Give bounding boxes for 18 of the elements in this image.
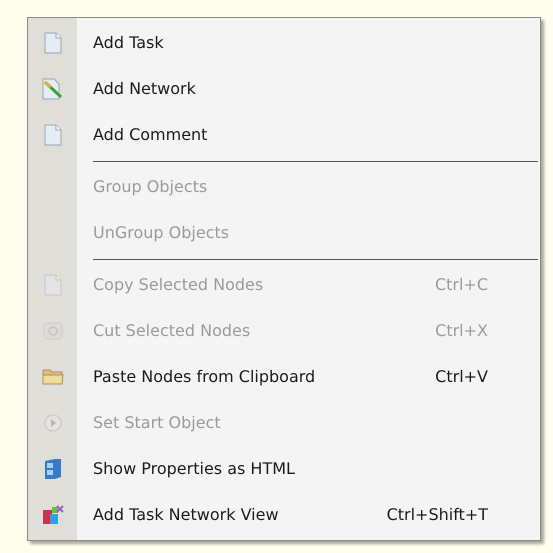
folder-icon xyxy=(42,368,64,386)
menu-item[interactable]: Show Properties as HTML xyxy=(28,446,540,492)
shortcut-label: Ctrl+V xyxy=(435,366,489,388)
shortcut-label: Ctrl+X xyxy=(435,320,489,342)
menu-item[interactable]: Paste Nodes from Clipboard Ctrl+V xyxy=(28,354,540,400)
file-cabinet-icon xyxy=(44,458,62,480)
pen-document-icon xyxy=(42,78,64,100)
menu-item[interactable]: Add Task Network View Ctrl+Shift+T xyxy=(28,492,540,538)
document-icon xyxy=(44,32,62,54)
document-icon xyxy=(44,274,62,296)
menu-item[interactable]: Add Task xyxy=(28,20,540,66)
menu-item[interactable]: Add Comment xyxy=(28,112,540,158)
shortcut-label: Ctrl+Shift+T xyxy=(386,504,489,526)
play-icon xyxy=(44,414,62,432)
document-icon xyxy=(44,124,62,146)
colored-blocks-icon xyxy=(42,504,64,526)
menu-item[interactable]: Add Network xyxy=(28,66,540,112)
shortcut-label: Ctrl+C xyxy=(434,274,489,296)
